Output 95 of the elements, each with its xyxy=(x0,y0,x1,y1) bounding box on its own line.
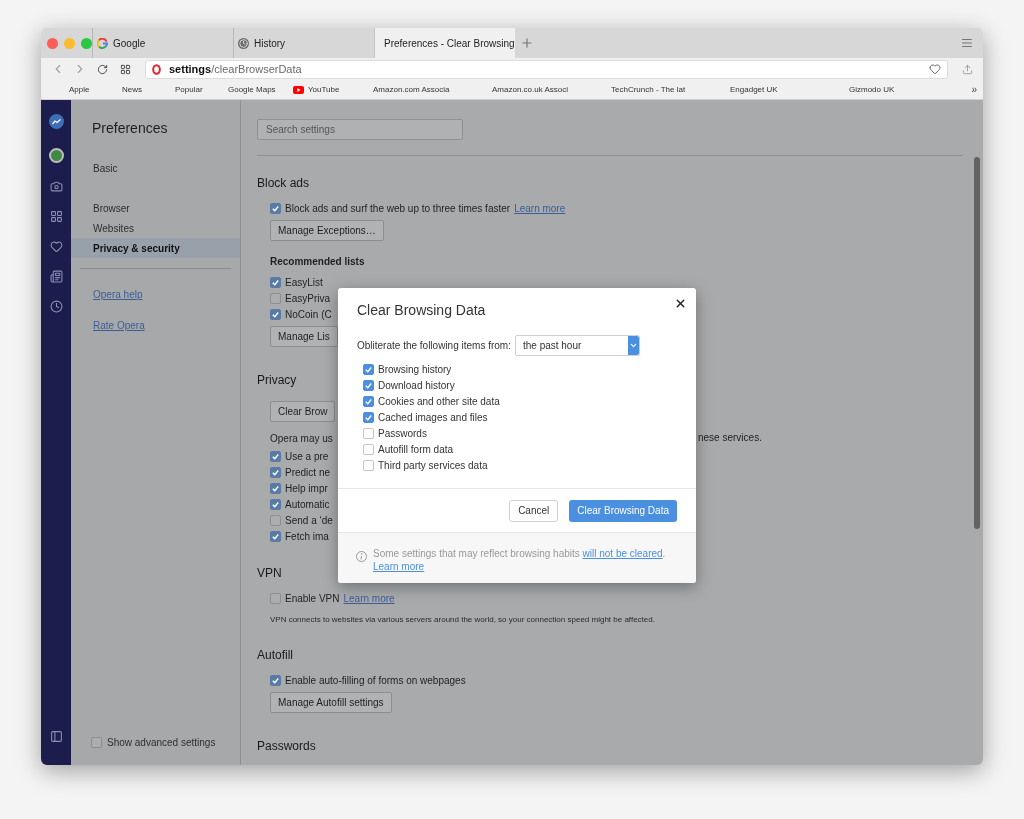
chat-bubble-icon[interactable] xyxy=(48,114,64,129)
checkbox-label: Fetch ima xyxy=(285,529,329,544)
checkbox[interactable] xyxy=(363,411,374,423)
bookmark-link[interactable]: Google Maps xyxy=(228,83,293,96)
section-heading: Block ads xyxy=(257,175,310,190)
bookmark-link[interactable]: Amazon.com Associa xyxy=(373,83,492,96)
bookmark-link[interactable]: Engadget UK xyxy=(730,83,849,96)
chevron-icon xyxy=(628,341,638,350)
settings-button[interactable]: Manage Autofill settings xyxy=(270,692,392,713)
grid-icon[interactable] xyxy=(120,63,131,75)
section-heading: Privacy xyxy=(257,372,297,387)
checkbox-label: Cached images and files xyxy=(378,410,488,425)
heart-icon[interactable] xyxy=(49,240,63,253)
checkbox[interactable] xyxy=(270,592,281,604)
subheading: Recommended lists xyxy=(270,255,366,269)
clock-icon[interactable] xyxy=(49,300,63,313)
checkbox-label: Predict ne xyxy=(285,465,331,480)
bookmark-link[interactable]: News xyxy=(122,83,175,96)
checkbox[interactable] xyxy=(363,427,374,439)
settings-button[interactable]: Clear Brow xyxy=(270,401,336,422)
checkbox[interactable] xyxy=(363,443,374,455)
checkbox[interactable] xyxy=(270,530,281,542)
close-icon[interactable] xyxy=(674,297,687,310)
checkbox[interactable] xyxy=(270,450,281,462)
sidebar-title: Preferences xyxy=(91,119,169,138)
checkbox-label: Block ads and surf the web up to three times faster xyxy=(285,201,511,216)
checkbox[interactable] xyxy=(270,514,281,526)
range-select[interactable]: the past hour xyxy=(514,335,640,356)
checkbox-label: Enable VPN xyxy=(285,591,340,606)
search-field[interactable]: Search settings xyxy=(257,119,463,140)
bookmark-link[interactable]: TechCrunch - The lat xyxy=(611,83,730,96)
colorful-ring-icon xyxy=(97,37,108,49)
checkbox-label: Autofill form data xyxy=(378,442,454,457)
clock-icon xyxy=(238,37,249,49)
description-text: Opera may us xyxy=(270,433,333,444)
checkbox[interactable] xyxy=(363,363,374,375)
checkbox[interactable] xyxy=(270,466,281,478)
checkbox[interactable] xyxy=(91,737,102,748)
logo-icon xyxy=(152,63,161,75)
range-label: Obliterate the following items from: xyxy=(357,339,511,353)
checkbox-label: NoCoin (C xyxy=(285,307,332,322)
sidebar-item[interactable]: Websites xyxy=(71,218,240,238)
sidebar-item[interactable]: Basic xyxy=(71,158,240,178)
camera-icon[interactable] xyxy=(49,180,63,193)
checkbox[interactable] xyxy=(270,482,281,494)
dialog-title: Clear Browsing Data xyxy=(357,301,487,320)
news-icon[interactable] xyxy=(49,270,63,283)
heart-icon[interactable] xyxy=(929,63,941,75)
checkbox[interactable] xyxy=(363,459,374,471)
checkbox[interactable] xyxy=(363,379,374,391)
sidebar-toggle-icon[interactable] xyxy=(49,730,63,743)
address-field[interactable]: settings/clearBrowserData xyxy=(145,59,948,79)
checkbox-label: Enable auto-filling of forms on webpages xyxy=(285,673,466,688)
checkbox[interactable] xyxy=(270,202,281,214)
cancel-button[interactable]: Cancel xyxy=(509,499,559,522)
checkbox-label: Use a pre xyxy=(285,449,329,464)
bookmark-link[interactable]: Gizmodo UK xyxy=(849,83,968,96)
bookmark-link[interactable]: YouTube xyxy=(293,83,373,96)
bookmark-link[interactable]: Popular xyxy=(175,83,228,96)
section-heading: Passwords xyxy=(257,738,316,753)
play-icon xyxy=(293,85,304,94)
checkbox-label: Show advanced settings xyxy=(107,736,216,750)
description-text: VPN connects to websites via various servers around the world, so your connection speed might be affected. xyxy=(270,614,656,626)
checkbox-label: Third party services data xyxy=(378,458,488,473)
section-heading: Autofill xyxy=(257,647,294,662)
more-bookmarks[interactable]: » xyxy=(971,82,977,97)
checkbox-label: Automatic xyxy=(285,497,330,512)
checkbox[interactable] xyxy=(363,395,374,407)
checkbox[interactable] xyxy=(270,276,281,288)
info-text: Some settings that may reflect browsing habits will not be cleared. Learn more xyxy=(373,547,666,573)
checkbox[interactable] xyxy=(270,674,281,686)
bookmark-link[interactable]: Apple xyxy=(69,83,122,96)
sidebar-item[interactable]: Privacy & security xyxy=(71,238,240,258)
checkbox-label: Browsing history xyxy=(378,362,452,377)
bookmark-link[interactable]: Amazon.co.uk Associ xyxy=(492,83,611,96)
section-heading: VPN xyxy=(257,565,282,580)
checkbox[interactable] xyxy=(270,308,281,320)
checkbox-label: Help impr xyxy=(285,481,328,496)
checkbox-label: EasyPriva xyxy=(285,291,330,306)
checkbox[interactable] xyxy=(270,292,281,304)
settings-button[interactable]: Manage Exceptions… xyxy=(270,220,384,241)
checkbox-label: Download history xyxy=(378,378,455,393)
checkbox-label: Passwords xyxy=(378,426,427,441)
sidebar-item[interactable]: Browser xyxy=(71,198,240,218)
checkbox-label: EasyList xyxy=(285,275,323,290)
checkbox-label: Cookies and other site data xyxy=(378,394,500,409)
grid-icon[interactable] xyxy=(49,210,63,223)
share-icon[interactable] xyxy=(962,63,973,75)
description-text: nese services. xyxy=(698,430,762,445)
checkbox-label: Send a ‘de xyxy=(285,513,333,528)
checkbox[interactable] xyxy=(270,498,281,510)
menu-icon[interactable] xyxy=(961,37,973,49)
browser-tab[interactable]: Preferences - Clear Browsing xyxy=(374,28,515,58)
reload-icon[interactable] xyxy=(97,63,108,75)
settings-button[interactable]: Manage Lis xyxy=(270,326,338,347)
